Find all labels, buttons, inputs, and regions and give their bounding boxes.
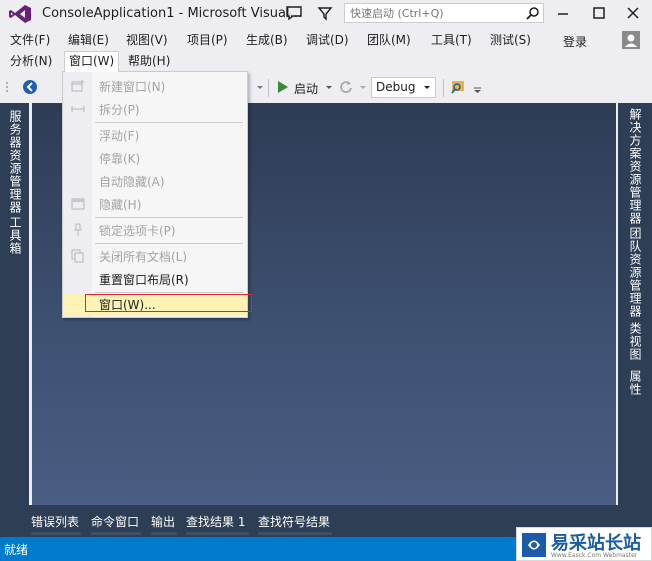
quick-launch-box[interactable] <box>344 3 544 23</box>
toolbar-grip-icon[interactable] <box>3 79 19 95</box>
visual-studio-logo <box>9 5 31 23</box>
menu-tools[interactable]: 工具(T) <box>427 30 476 50</box>
menu-item-close-all-documents[interactable]: 关闭所有文档(L) <box>63 245 247 267</box>
tab-underline <box>186 532 249 535</box>
close-all-documents-icon <box>71 249 84 263</box>
menu-item-label: 重置窗口布局(R) <box>99 273 189 287</box>
menu-bar: 文件(F) 编辑(E) 视图(V) 项目(P) 生成(B) 调试(D) 团队(M… <box>0 30 652 74</box>
window-menu-dropdown: 新建窗口(N) 拆分(P) 浮动(F) 停靠(K) 自动隐藏(A) 隐藏(H) … <box>62 71 252 318</box>
menu-window[interactable]: 窗口(W) <box>64 51 120 72</box>
user-avatar-icon[interactable] <box>622 31 640 49</box>
tab-toolbox[interactable]: 工具箱 <box>7 216 24 255</box>
menu-item-label: 锁定选项卡(P) <box>99 224 176 238</box>
menu-view[interactable]: 视图(V) <box>122 30 172 50</box>
menu-separator <box>95 122 243 123</box>
tab-server-explorer[interactable]: 服务器资源管理器 <box>7 110 24 214</box>
refresh-icon[interactable] <box>338 79 354 95</box>
toolbar-separator <box>268 79 269 97</box>
start-dropdown-icon[interactable] <box>321 79 337 95</box>
menu-debug[interactable]: 调试(D) <box>302 30 353 50</box>
login-link[interactable]: 登录 <box>563 33 587 50</box>
solution-configuration-select[interactable]: Debug <box>371 77 436 98</box>
menu-item-float[interactable]: 浮动(F) <box>63 124 247 146</box>
toolbar-separator-2 <box>443 79 444 97</box>
feedback-icon[interactable] <box>285 4 303 22</box>
menu-team[interactable]: 团队(M) <box>363 30 415 50</box>
menu-file[interactable]: 文件(F) <box>6 30 54 50</box>
menu-test[interactable]: 测试(S) <box>486 30 535 50</box>
status-text: 就绪 <box>4 543 29 557</box>
tab-error-list[interactable]: 错误列表 <box>31 513 79 530</box>
menu-item-dock[interactable]: 停靠(K) <box>63 147 247 169</box>
title-bar: ConsoleApplication1 - Microsoft Visual..… <box>0 0 652 28</box>
menu-analyze[interactable]: 分析(N) <box>6 51 56 71</box>
split-icon <box>71 106 85 112</box>
search-icon[interactable] <box>526 6 540 20</box>
tab-underline <box>31 532 81 535</box>
menu-item-windows[interactable]: 窗口(W)... <box>63 294 252 316</box>
right-dock: 解决方案资源管理器 团队资源管理器 类视图 属性 <box>618 103 652 537</box>
toolbar-overflow-icon[interactable] <box>470 79 486 95</box>
tab-find-results-1[interactable]: 查找结果 1 <box>186 513 245 530</box>
tab-underline <box>151 532 177 535</box>
menu-item-hide[interactable]: 隐藏(H) <box>63 193 247 215</box>
menu-item-label: 关闭所有文档(L) <box>99 250 188 264</box>
menu-item-label: 拆分(P) <box>99 103 140 117</box>
watermark-subtext: Www.Easck.Com Webmaster <box>551 552 638 559</box>
start-debug-icon[interactable] <box>275 79 291 95</box>
watermark: 易采站长站 Www.Easck.Com Webmaster <box>516 527 652 561</box>
tab-command-window[interactable]: 命令窗口 <box>91 513 139 530</box>
menu-separator <box>95 243 243 244</box>
tab-class-view[interactable]: 类视图 <box>627 322 644 361</box>
menu-item-label: 浮动(F) <box>99 129 140 143</box>
pin-icon <box>74 223 82 236</box>
menu-item-label: 隐藏(H) <box>99 198 142 212</box>
menu-item-label: 新建窗口(N) <box>99 80 166 94</box>
menu-build[interactable]: 生成(B) <box>242 30 292 50</box>
tab-properties[interactable]: 属性 <box>627 370 644 396</box>
tab-underline <box>258 532 332 535</box>
filter-icon[interactable] <box>316 4 334 22</box>
menu-help[interactable]: 帮助(H) <box>124 51 174 71</box>
menu-separator <box>95 292 243 293</box>
menu-item-label: 停靠(K) <box>99 152 141 166</box>
configuration-value: Debug <box>376 80 416 94</box>
tab-find-symbol-results[interactable]: 查找符号结果 <box>258 513 330 530</box>
menu-item-split[interactable]: 拆分(P) <box>63 98 247 120</box>
refresh-dropdown-icon[interactable] <box>355 79 371 95</box>
window-title: ConsoleApplication1 - Microsoft Visual..… <box>42 6 302 21</box>
menu-item-reset-window-layout[interactable]: 重置窗口布局(R) <box>63 268 247 290</box>
navigate-back-icon[interactable] <box>22 79 38 95</box>
menu-project[interactable]: 项目(P) <box>183 30 232 50</box>
close-icon[interactable] <box>620 3 646 23</box>
maximize-icon[interactable] <box>586 3 612 23</box>
hide-window-icon <box>71 198 85 210</box>
chevron-down-icon <box>424 86 430 89</box>
menu-item-label: 窗口(W)... <box>99 298 156 312</box>
find-in-files-icon[interactable] <box>451 79 467 95</box>
tab-solution-explorer[interactable]: 解决方案资源管理器 <box>627 108 644 225</box>
menu-item-new-window[interactable]: 新建窗口(N) <box>63 75 247 97</box>
start-button-label[interactable]: 启动 <box>294 80 318 97</box>
dropdown-arrow-icon[interactable] <box>252 79 268 95</box>
menu-separator <box>95 217 243 218</box>
menu-item-pin-tab[interactable]: 锁定选项卡(P) <box>63 219 247 241</box>
site-logo-icon <box>522 533 546 557</box>
new-window-icon <box>71 80 84 92</box>
left-dock: 服务器资源管理器 工具箱 <box>0 103 29 537</box>
tab-underline <box>91 532 141 535</box>
quick-launch-input[interactable] <box>345 4 520 22</box>
menu-item-auto-hide[interactable]: 自动隐藏(A) <box>63 170 247 192</box>
tab-output[interactable]: 输出 <box>151 513 175 530</box>
menu-item-label: 自动隐藏(A) <box>99 175 165 189</box>
tab-team-explorer[interactable]: 团队资源管理器 <box>627 227 644 318</box>
minimize-icon[interactable] <box>550 3 576 23</box>
menu-edit[interactable]: 编辑(E) <box>64 30 113 50</box>
